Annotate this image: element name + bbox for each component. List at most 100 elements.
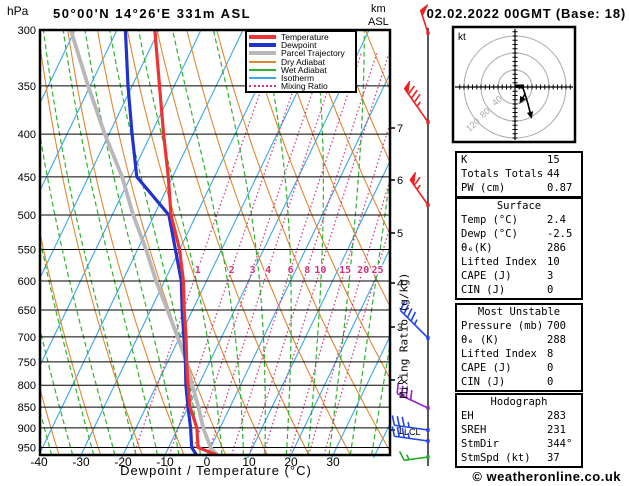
table-row-value: 288 — [547, 334, 566, 346]
table-row: CIN (J) 0 — [457, 284, 581, 298]
table-row: Totals Totals 44 — [457, 168, 581, 182]
xaxis-label: Dewpoint / Temperature (°C) — [120, 463, 312, 478]
table-row-value: 0.87 — [547, 182, 573, 194]
mixing-ratio-value-label: 20 — [357, 265, 369, 276]
legend-label: Mixing Ratio — [281, 81, 328, 92]
table-row-label: K — [461, 154, 468, 166]
indices-table: K 15 Totals Totals 44 PW (cm) 0.87 — [455, 151, 583, 198]
dry-adiabat-line — [216, 30, 391, 455]
mixing-ratio-line — [288, 118, 391, 456]
pressure-tick-label: 550 — [18, 245, 36, 257]
table-row: Lifted Index 10 — [457, 256, 581, 270]
table-row-label: EH — [461, 410, 474, 422]
parcel-trajectory-trace — [68, 30, 219, 457]
wet-adiabat-line — [40, 326, 74, 456]
mixing-ratio-value-label: 6 — [288, 265, 294, 276]
table-row-value: 3 — [547, 270, 554, 282]
legend: Temperature Dewpoint Parcel Trajectory Dry … — [245, 30, 357, 93]
wind-barb — [409, 172, 430, 207]
table-row-value: 0 — [547, 376, 554, 388]
table-row: EH 283 — [457, 410, 581, 424]
table-row: θₑ(K) 286 — [457, 242, 581, 256]
pressure-tick-label: 750 — [18, 357, 36, 369]
table-row-value: 344° — [547, 438, 573, 450]
table-row-label: Lifted Index — [461, 256, 537, 268]
pressure-tick-label: 800 — [18, 380, 36, 392]
table-row: CAPE (J) 3 — [457, 270, 581, 284]
isotherm-line — [40, 30, 76, 105]
wet-adiabat-line — [137, 30, 223, 456]
mixing-ratio-line — [231, 53, 362, 456]
wind-barb — [398, 451, 430, 462]
table-row: StmDir 344° — [457, 438, 581, 452]
legend-swatch-thick — [249, 35, 276, 40]
table-row-value: 44 — [547, 168, 560, 180]
isotherm-line — [121, 30, 328, 458]
isotherm-line — [247, 157, 391, 458]
table-row-label: StmDir — [461, 438, 499, 450]
pressure-tick-label: 600 — [18, 276, 36, 288]
copyright-footer: © weatheronline.co.uk — [472, 469, 621, 484]
table-row: K 15 — [457, 154, 581, 168]
table-row-value: 283 — [547, 410, 566, 422]
legend-swatch-dots — [249, 85, 276, 88]
mixing-ratio-axis-label: Mixing Ratio (g/kg) — [397, 272, 411, 399]
indices-table: Surface Temp (°C) 2.4 Dewp (°C) -2.5 θₑ(K) 286… — [455, 197, 583, 300]
mixing-ratio-value-label: 1 — [195, 265, 201, 276]
table-row: CAPE (J) 0 — [457, 362, 581, 376]
mixing-ratio-value-label: 10 — [314, 265, 326, 276]
mixing-ratio-value-label: 3 — [250, 265, 256, 276]
mixing-ratio-value-label: 4 — [265, 265, 271, 276]
table-row: SREH 231 — [457, 424, 581, 438]
table-row-value: 231 — [547, 424, 566, 436]
sounding-app: 1 2 3 4 6 8 10 15 20 25 300 350 400 450 500 550 600 650 70… — [0, 0, 629, 486]
table-row-label: SREH — [461, 424, 487, 436]
table-row: CIN (J) 0 — [457, 376, 581, 390]
table-row: PW (cm) 0.87 — [457, 182, 581, 196]
dry-adiabat-line — [156, 30, 310, 456]
table-row-value: 37 — [547, 452, 560, 464]
pressure-tick-label: 350 — [18, 81, 36, 93]
pressure-tick-label: 450 — [18, 172, 36, 184]
altitude-unit-asl: ASL — [368, 16, 389, 28]
pressure-tick-label: 700 — [18, 332, 36, 344]
table-title: Hodograph — [490, 396, 548, 408]
wet-adiabat-line — [0, 30, 10, 455]
table-row-label: Dewp (°C) — [461, 228, 518, 240]
datetime-title: 02.02.2022 00GMT (Base: 18) — [426, 6, 626, 21]
table-row: Dewp (°C) -2.5 — [457, 228, 581, 242]
table-row-label: CIN (J) — [461, 284, 506, 296]
mixing-ratio-line — [262, 53, 390, 456]
table-row-value: 286 — [547, 242, 566, 254]
mixing-ratio-value-label: 8 — [304, 265, 310, 276]
table-row-value: 15 — [547, 154, 560, 166]
table-row-label: StmSpd (kt) — [461, 452, 531, 464]
table-row-value: 10 — [547, 256, 560, 268]
pressure-tick-label: 400 — [18, 129, 36, 141]
table-row-label: Totals Totals — [461, 168, 544, 180]
legend-swatch-thick — [249, 51, 276, 56]
altitude-unit-km: km — [371, 3, 386, 15]
pressure-tick-label: 900 — [18, 423, 36, 435]
table-row: Temp (°C) 2.4 — [457, 214, 581, 228]
pressure-tick-label: 650 — [18, 305, 36, 317]
wet-adiabat-line — [212, 30, 266, 456]
legend-swatch-thin — [249, 60, 276, 63]
hodograph: 4080120kt — [451, 25, 577, 144]
pressure-tick-label: 300 — [18, 25, 36, 37]
table-row-label: CAPE (J) — [461, 362, 512, 374]
dry-adiabat-line — [126, 30, 268, 456]
mixing-ratio-line — [323, 221, 391, 456]
pressure-unit-label: hPa — [7, 4, 29, 18]
table-row-label: Pressure (mb) — [461, 320, 544, 332]
legend-swatch-thin — [249, 68, 276, 71]
pressure-tick-label: 850 — [18, 402, 36, 414]
pressure-tick-label: 500 — [18, 210, 36, 222]
table-row-value: 0 — [547, 284, 554, 296]
km-tick-label: 6 — [397, 175, 403, 187]
legend-item: Mixing Ratio — [249, 82, 355, 90]
mixing-ratio-value-label: 25 — [372, 265, 384, 276]
table-row-label: Temp (°C) — [461, 214, 518, 226]
mixing-ratio-value-label: 2 — [229, 265, 235, 276]
station-title: 50°00'N 14°26'E 331m ASL — [53, 6, 252, 21]
